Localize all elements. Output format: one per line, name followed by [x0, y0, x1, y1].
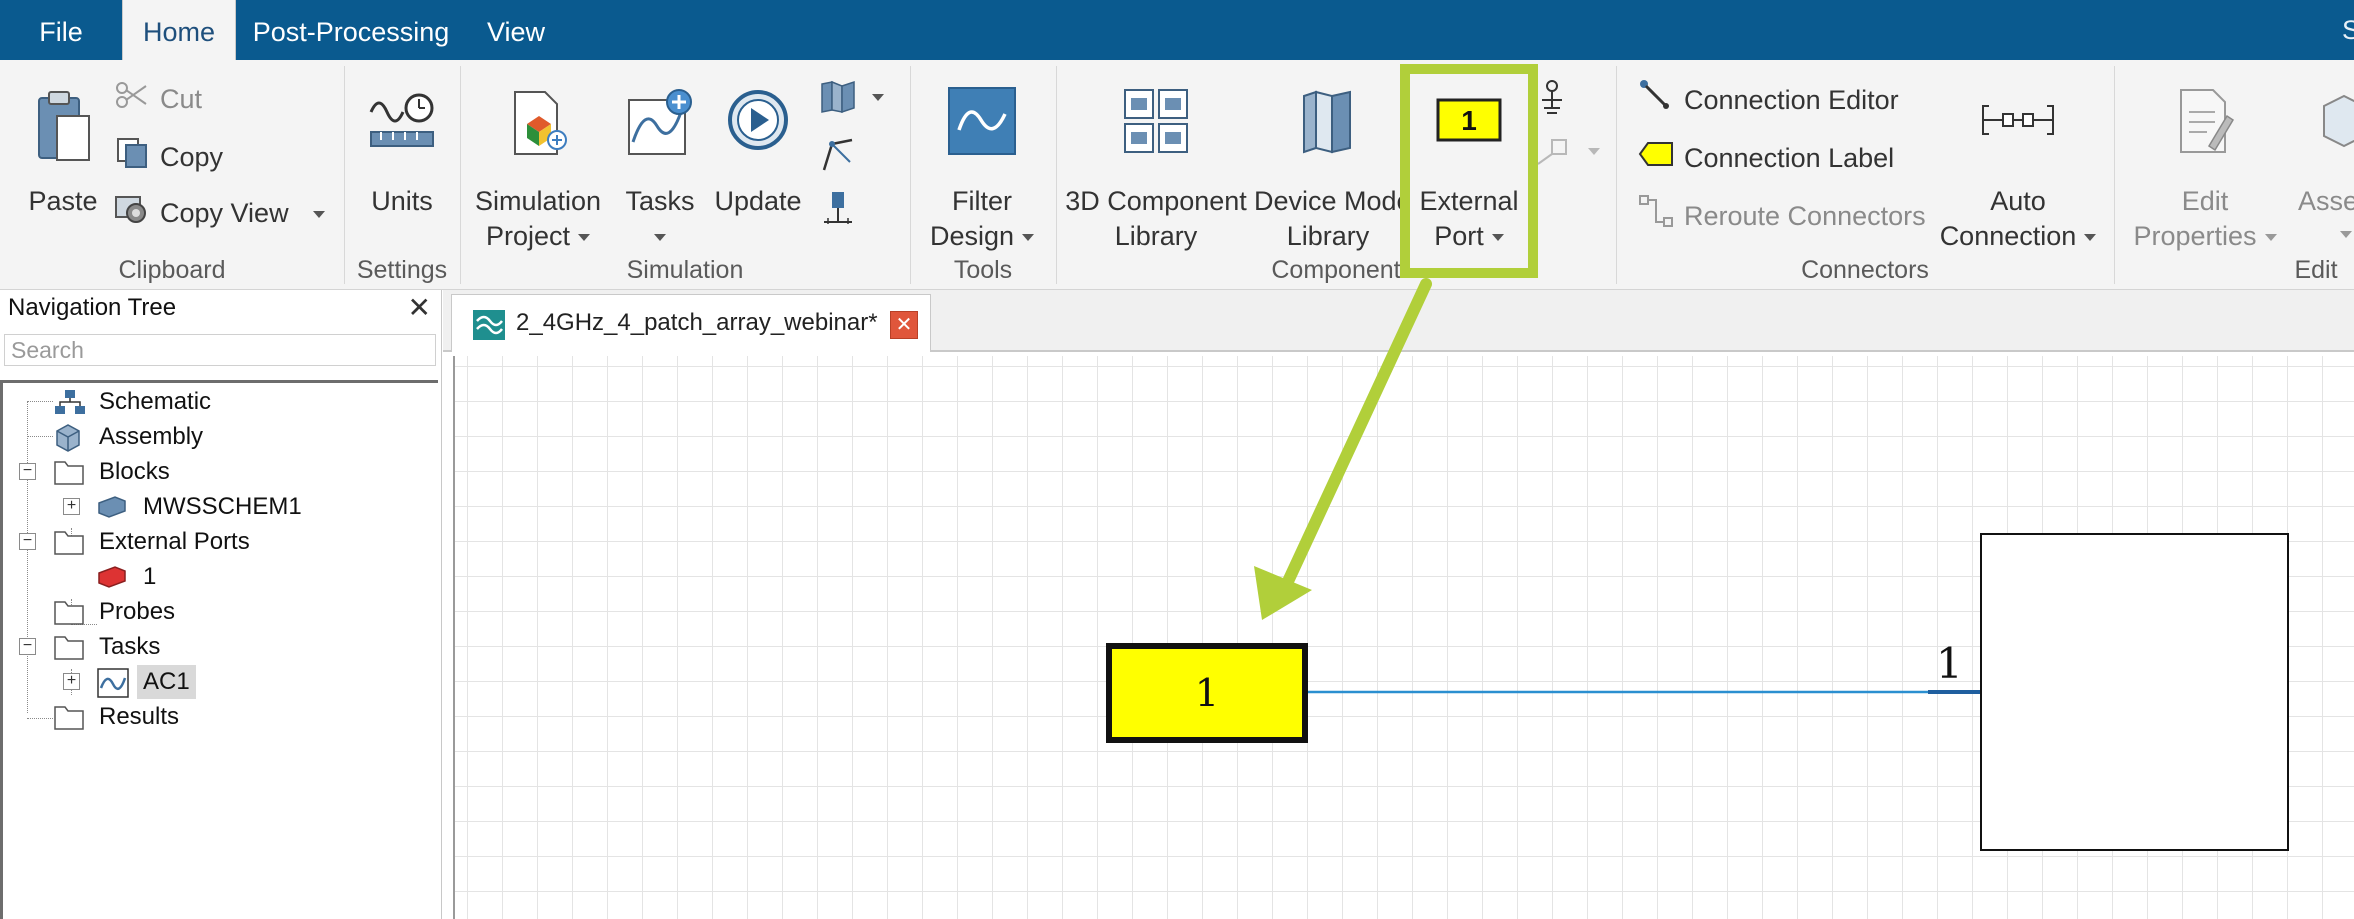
external-port-element[interactable]: 1 [1106, 643, 1308, 743]
callout-arrow [1254, 278, 1432, 620]
patch-array-block[interactable] [1980, 533, 2289, 851]
block-port-label: 1 [1936, 639, 1963, 688]
external-port-highlight [1400, 64, 1538, 278]
